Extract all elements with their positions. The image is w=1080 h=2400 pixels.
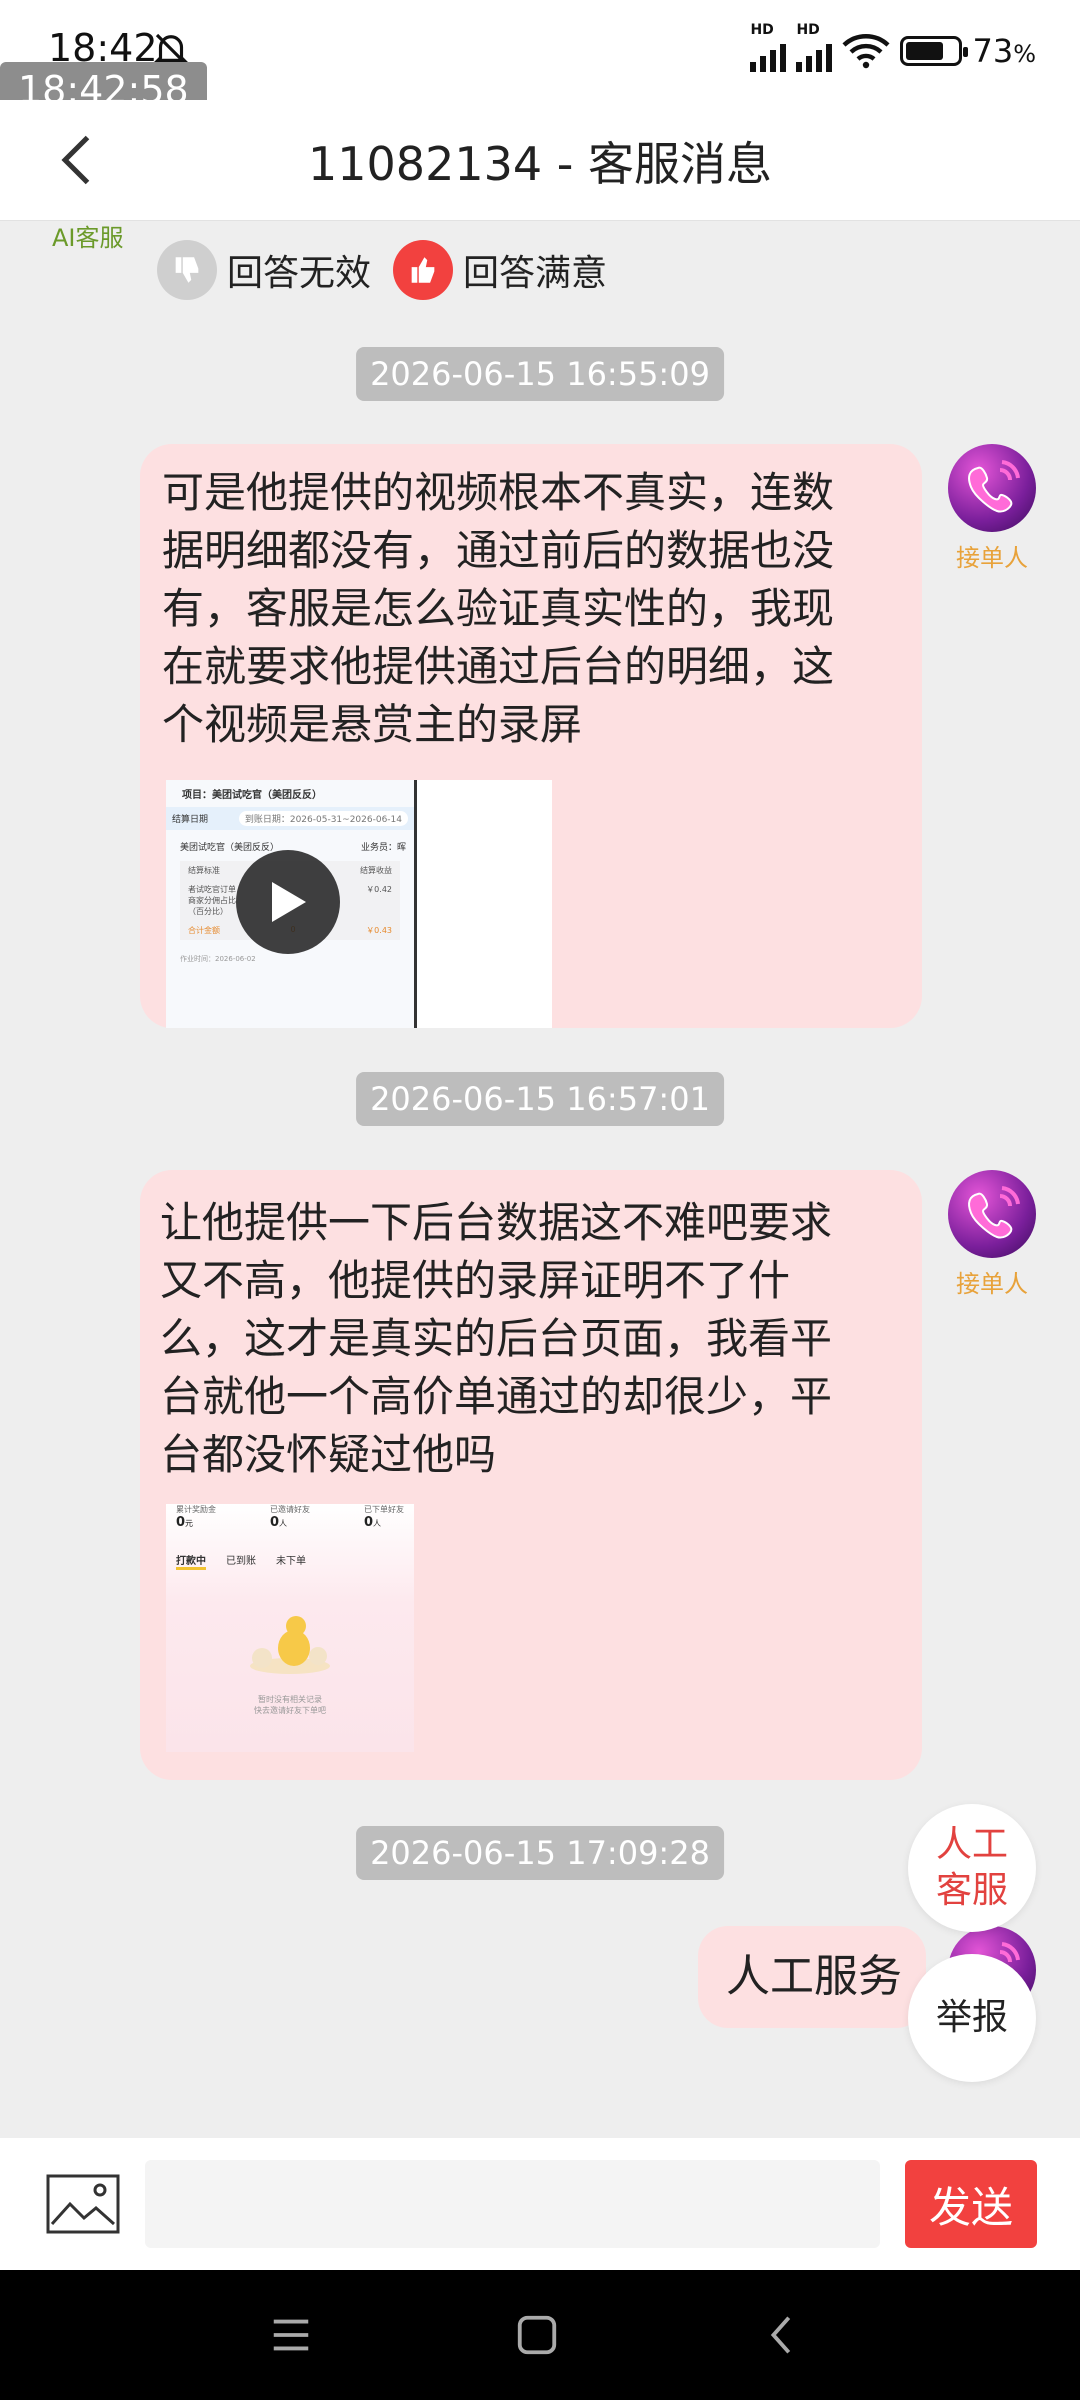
- message-input[interactable]: [145, 2160, 880, 2248]
- play-icon[interactable]: [236, 850, 340, 954]
- thumbs-up-icon: [393, 240, 454, 300]
- answer-feedback: 回答无效 回答满意: [157, 240, 629, 300]
- wifi-icon: [842, 34, 890, 69]
- message-bubble[interactable]: 人工服务: [698, 1926, 926, 2028]
- image-thumbnail[interactable]: 累计奖励金 0元 已邀请好友 0人 已下单好友 0人 打款中 已到账 未下单 暂时没有…: [166, 1504, 414, 1752]
- video-thumbnail[interactable]: 项目：美团试吃官（美团反反） 结算日期 到账日期：2026-05-31~2026…: [166, 780, 552, 1028]
- battery-percent: 73: [972, 32, 1014, 70]
- signal-icon: HD: [750, 22, 787, 72]
- image-picker-icon[interactable]: [46, 2174, 120, 2234]
- back-icon[interactable]: [760, 2312, 806, 2358]
- answer-satisfied-button[interactable]: 回答满意: [393, 240, 607, 300]
- message-bubble[interactable]: 让他提供一下后台数据这不难吧要求又不高，他提供的录屏证明不了什么，这才是真实的后…: [140, 1170, 922, 1780]
- message-input-bar: 发送: [0, 2138, 1080, 2270]
- avatar[interactable]: [948, 1170, 1036, 1258]
- sender-name: 接单人: [956, 544, 1028, 572]
- message-text: 可是他提供的视频根本不真实，连数据明细都没有，通过前后的数据也没有，客服是怎么验…: [162, 468, 835, 749]
- mascot-icon: [250, 1616, 330, 1674]
- report-button[interactable]: 举报: [908, 1954, 1036, 2082]
- message-text: 人工服务: [726, 1951, 902, 2002]
- answer-invalid-button[interactable]: 回答无效: [157, 240, 371, 300]
- phone-icon: [968, 1186, 1020, 1239]
- message-timestamp: 2026-06-15 16:57:01: [356, 1072, 724, 1126]
- battery-icon: [900, 36, 969, 66]
- menu-icon[interactable]: [268, 2312, 314, 2358]
- page-title: 11082134 - 客服消息: [308, 137, 772, 191]
- message-text: 让他提供一下后台数据这不难吧要求又不高，他提供的录屏证明不了什么，这才是真实的后…: [160, 1198, 833, 1479]
- status-indicators: HD HD 73%: [750, 22, 1036, 72]
- thumbs-down-icon: [157, 240, 217, 300]
- signal-icon: HD: [796, 22, 833, 72]
- phone-icon: [968, 460, 1020, 513]
- human-service-button[interactable]: 人工 客服: [908, 1804, 1036, 1932]
- chat-header: 11082134 - 客服消息: [0, 100, 1080, 221]
- ai-service-label: AI客服: [52, 224, 124, 252]
- home-icon[interactable]: [514, 2312, 560, 2358]
- avatar[interactable]: [948, 444, 1036, 532]
- message-timestamp: 2026-06-15 17:09:28: [356, 1826, 724, 1880]
- message-timestamp: 2026-06-15 16:55:09: [356, 347, 724, 401]
- sender-name: 接单人: [956, 1270, 1028, 1298]
- message-bubble[interactable]: 可是他提供的视频根本不真实，连数据明细都没有，通过前后的数据也没有，客服是怎么验…: [140, 444, 922, 1028]
- system-nav-bar: [0, 2270, 1080, 2400]
- send-button[interactable]: 发送: [905, 2160, 1037, 2248]
